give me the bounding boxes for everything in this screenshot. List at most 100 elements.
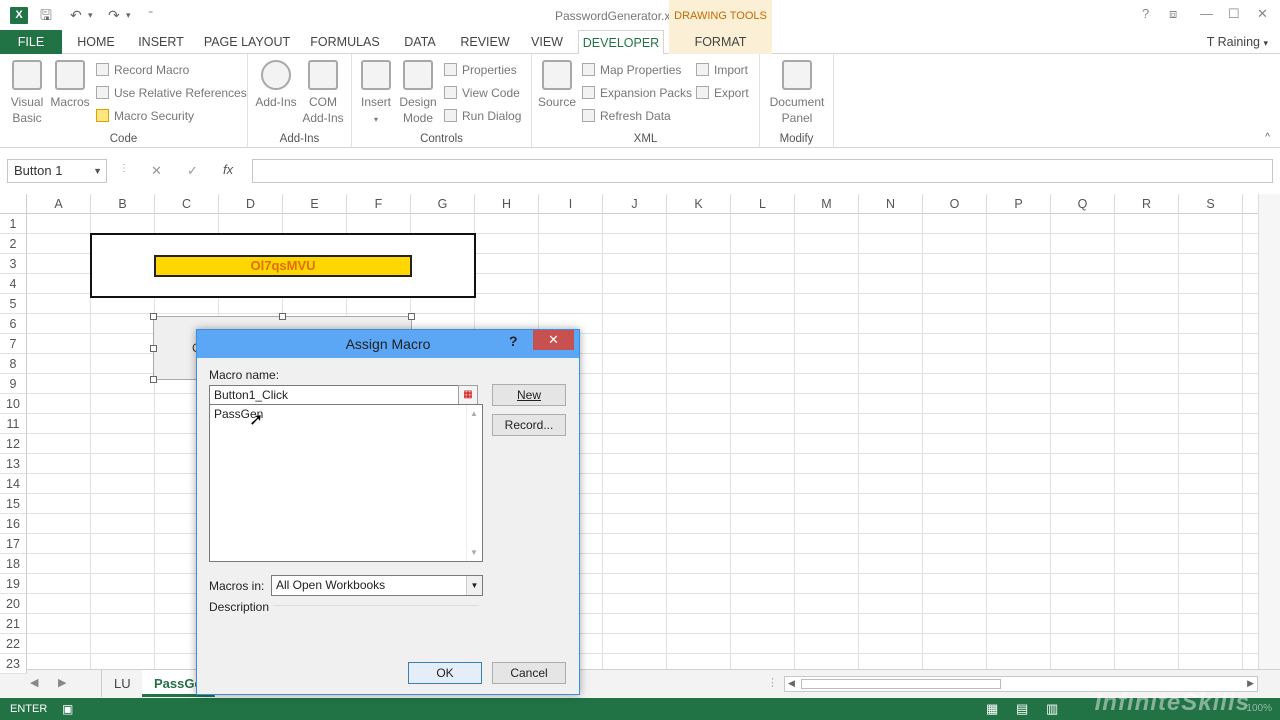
column-header[interactable]: B <box>91 194 155 214</box>
row-header[interactable]: 20 <box>0 594 27 614</box>
export-button[interactable]: Export <box>696 85 749 101</box>
normal-view-icon[interactable]: ▦ <box>986 698 998 720</box>
column-header[interactable]: N <box>859 194 923 214</box>
cancel-button[interactable]: Cancel <box>492 662 566 684</box>
zoom-level[interactable]: 100% <box>1246 698 1272 720</box>
row-header[interactable]: 14 <box>0 474 27 494</box>
column-header[interactable]: A <box>27 194 91 214</box>
column-header[interactable]: M <box>795 194 859 214</box>
row-header[interactable]: 3 <box>0 254 27 274</box>
tab-home[interactable]: HOME <box>68 30 124 54</box>
tab-file[interactable]: FILE <box>0 30 62 54</box>
column-header[interactable]: L <box>731 194 795 214</box>
sheet-tab-lu[interactable]: LU <box>101 670 144 697</box>
map-properties-button[interactable]: Map Properties <box>582 62 681 78</box>
resize-handle[interactable] <box>279 313 286 320</box>
list-scrollbar[interactable]: ▲ ▼ <box>466 405 482 561</box>
row-header[interactable]: 11 <box>0 414 27 434</box>
resize-handle[interactable] <box>408 313 415 320</box>
tab-format[interactable]: FORMAT <box>669 30 772 54</box>
relative-references-button[interactable]: Use Relative References <box>96 85 247 101</box>
column-header[interactable]: E <box>283 194 347 214</box>
help-icon[interactable]: ? <box>1142 6 1149 21</box>
row-header[interactable]: 9 <box>0 374 27 394</box>
column-header[interactable]: P <box>987 194 1051 214</box>
properties-button[interactable]: Properties <box>444 62 517 78</box>
row-header[interactable]: 15 <box>0 494 27 514</box>
expansion-packs-button[interactable]: Expansion Packs <box>582 85 692 101</box>
row-header[interactable]: 21 <box>0 614 27 634</box>
maximize-icon[interactable]: ☐ <box>1228 6 1240 22</box>
column-header[interactable]: D <box>219 194 283 214</box>
resize-handle[interactable] <box>150 345 157 352</box>
column-header[interactable]: G <box>411 194 475 214</box>
macro-recording-icon[interactable]: ▣ <box>62 698 73 720</box>
column-header[interactable]: C <box>155 194 219 214</box>
scroll-up-icon[interactable]: ▲ <box>470 409 478 418</box>
com-addins-button[interactable]: COM Add-Ins <box>300 60 346 126</box>
close-icon[interactable]: ✕ <box>1257 6 1268 22</box>
addins-button[interactable]: Add-Ins <box>254 60 298 110</box>
row-header[interactable]: 5 <box>0 294 27 314</box>
record-macro-button[interactable]: Record Macro <box>96 62 189 78</box>
column-header[interactable]: J <box>603 194 667 214</box>
row-header[interactable]: 10 <box>0 394 27 414</box>
chevron-down-icon[interactable]: ▼ <box>93 160 102 182</box>
next-sheet-icon[interactable]: ▶ <box>58 676 66 689</box>
row-header[interactable]: 8 <box>0 354 27 374</box>
chevron-down-icon[interactable]: ▼ <box>466 576 482 595</box>
source-button[interactable]: Source <box>536 60 578 110</box>
row-header[interactable]: 1 <box>0 214 27 234</box>
visual-basic-button[interactable]: Visual Basic <box>6 60 48 126</box>
resize-handle[interactable] <box>150 376 157 383</box>
tab-page-layout[interactable]: PAGE LAYOUT <box>198 30 296 54</box>
column-header[interactable]: I <box>539 194 603 214</box>
row-header[interactable]: 16 <box>0 514 27 534</box>
row-header[interactable]: 17 <box>0 534 27 554</box>
row-header[interactable]: 23 <box>0 654 27 674</box>
document-panel-button[interactable]: Document Panel <box>764 60 830 126</box>
new-button[interactable]: New <box>492 384 566 406</box>
dialog-title-bar[interactable]: Assign Macro ? ✕ <box>197 330 579 358</box>
help-icon[interactable]: ? <box>509 333 518 349</box>
row-header[interactable]: 22 <box>0 634 27 654</box>
tab-data[interactable]: DATA <box>394 30 446 54</box>
column-header[interactable]: R <box>1115 194 1179 214</box>
row-header[interactable]: 12 <box>0 434 27 454</box>
row-header[interactable]: 4 <box>0 274 27 294</box>
row-header[interactable]: 2 <box>0 234 27 254</box>
column-header[interactable]: F <box>347 194 411 214</box>
refresh-data-button[interactable]: Refresh Data <box>582 108 671 124</box>
collapse-ribbon-icon[interactable]: ^ <box>1265 132 1270 143</box>
column-header[interactable]: K <box>667 194 731 214</box>
import-button[interactable]: Import <box>696 62 748 78</box>
column-header[interactable]: H <box>475 194 539 214</box>
prev-sheet-icon[interactable]: ◀ <box>30 676 38 689</box>
row-header[interactable]: 19 <box>0 574 27 594</box>
ok-button[interactable]: OK <box>408 662 482 684</box>
close-icon[interactable]: ✕ <box>533 330 574 350</box>
scroll-left-icon[interactable]: ◀ <box>788 678 795 689</box>
formula-input[interactable] <box>252 159 1273 183</box>
design-mode-button[interactable]: Design Mode <box>398 60 438 126</box>
range-select-icon[interactable]: ▦ <box>458 385 478 405</box>
row-header[interactable]: 7 <box>0 334 27 354</box>
user-account[interactable]: T Raining ▾ <box>1207 32 1268 53</box>
row-header[interactable]: 6 <box>0 314 27 334</box>
tab-insert[interactable]: INSERT <box>130 30 192 54</box>
view-code-button[interactable]: View Code <box>444 85 520 101</box>
insert-control-button[interactable]: Insert ▾ <box>358 60 394 128</box>
page-layout-view-icon[interactable]: ▤ <box>1016 698 1028 720</box>
confirm-entry-icon[interactable]: ✓ <box>187 163 198 179</box>
ribbon-display-icon[interactable]: ⧈ <box>1169 6 1177 22</box>
row-header[interactable]: 18 <box>0 554 27 574</box>
resize-handle[interactable] <box>150 313 157 320</box>
column-header[interactable]: S <box>1179 194 1243 214</box>
tab-view[interactable]: VIEW <box>524 30 570 54</box>
name-box[interactable]: Button 1 ▼ <box>7 159 107 183</box>
scroll-right-icon[interactable]: ▶ <box>1247 678 1254 689</box>
macro-name-input[interactable]: Button1_Click <box>209 385 463 405</box>
scroll-thumb[interactable] <box>801 679 1001 689</box>
select-all-corner[interactable] <box>0 194 27 214</box>
macros-button[interactable]: Macros <box>48 60 92 110</box>
